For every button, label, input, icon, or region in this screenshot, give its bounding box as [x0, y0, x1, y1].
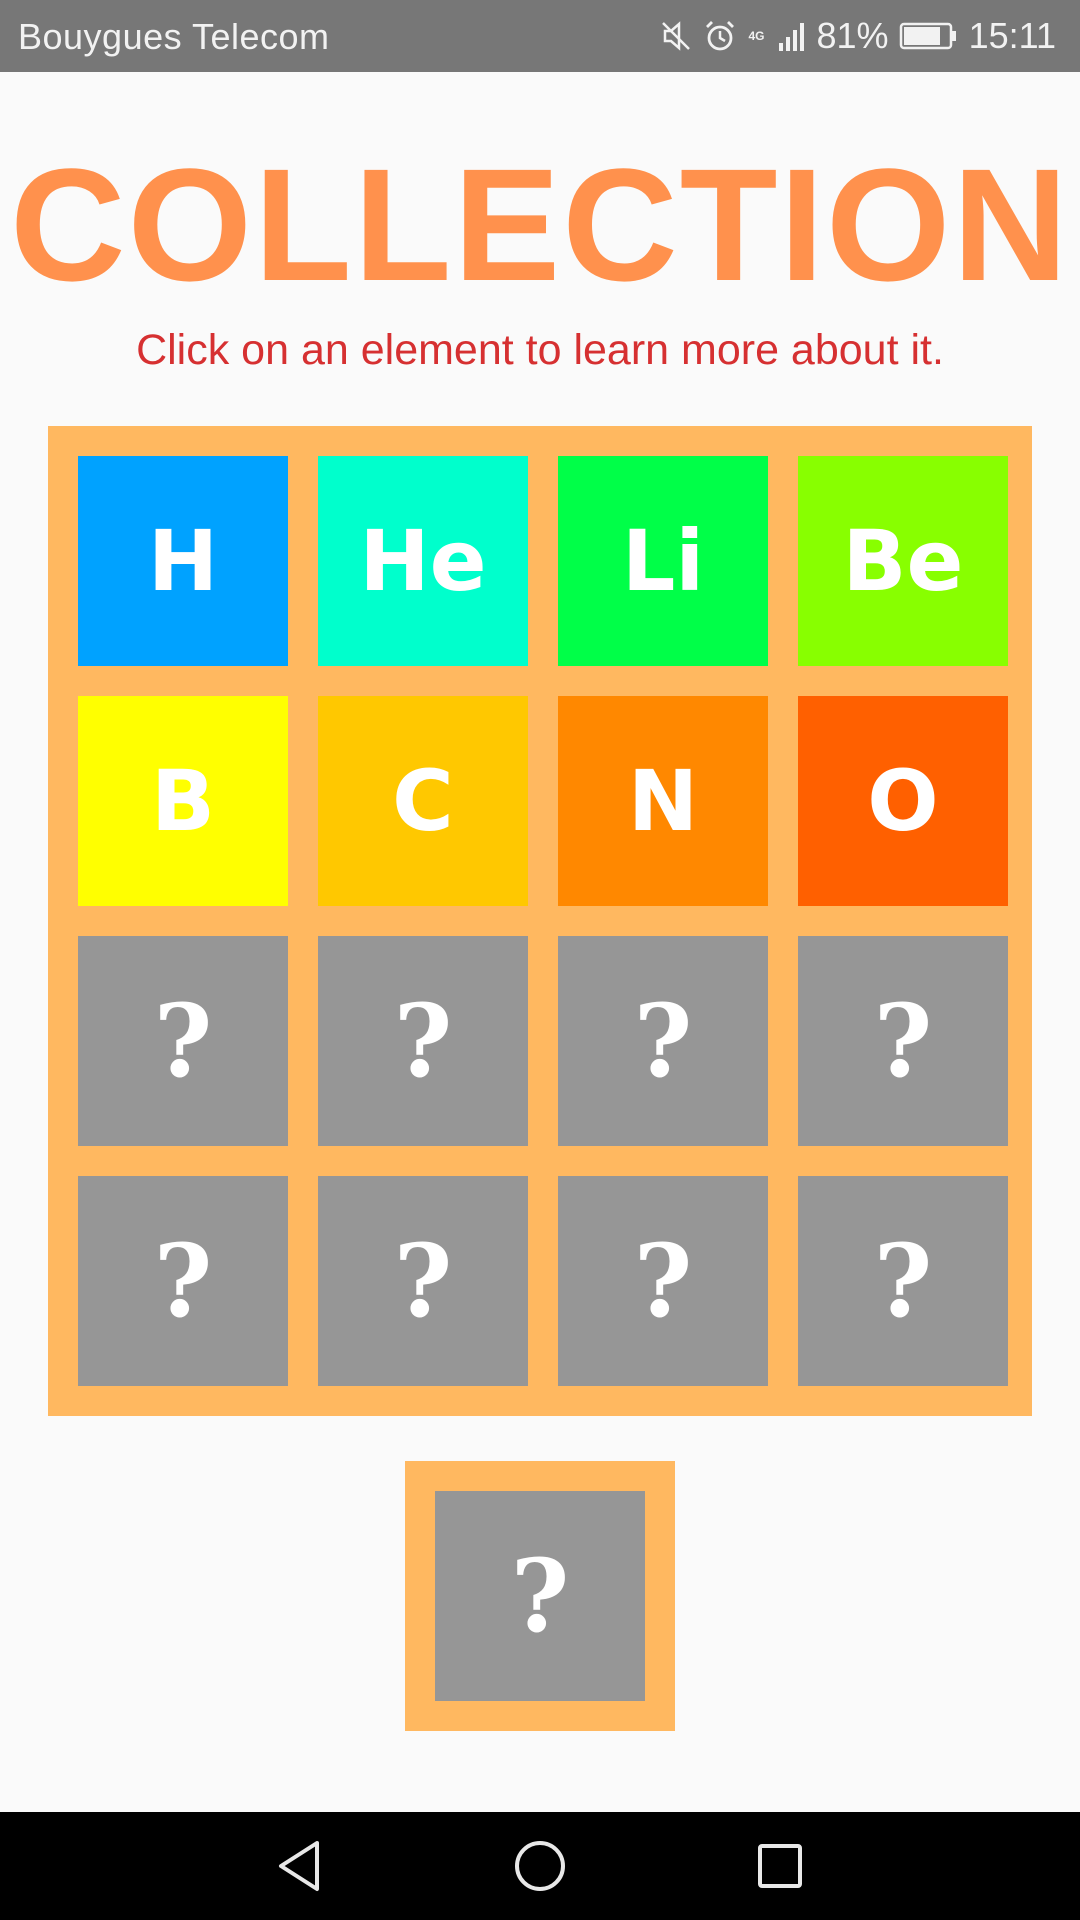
page-subtitle: Click on an element to learn more about … [136, 326, 944, 374]
page-title: COLLECTION [10, 135, 1070, 314]
network-type: 4G [748, 29, 765, 43]
back-icon[interactable] [270, 1836, 330, 1896]
mute-icon [659, 19, 693, 53]
element-tile-li[interactable]: Li [558, 456, 768, 666]
signal-icon [777, 19, 807, 53]
element-tile-unknown[interactable]: ? [318, 936, 528, 1146]
element-tile-he[interactable]: He [318, 456, 528, 666]
element-tile-c[interactable]: C [318, 696, 528, 906]
status-bar: Bouygues Telecom 4G 81% 15:11 [0, 0, 1080, 72]
element-tile-unknown[interactable]: ? [558, 1176, 768, 1386]
status-icons: 4G 81% 15:11 [659, 12, 1056, 60]
element-tile-unknown[interactable]: ? [435, 1491, 645, 1701]
home-icon[interactable] [510, 1836, 570, 1896]
alarm-icon [703, 19, 737, 53]
element-tile-unknown[interactable]: ? [558, 936, 768, 1146]
clock: 15:11 [968, 15, 1056, 56]
recents-icon[interactable] [750, 1836, 810, 1896]
element-tile-unknown[interactable]: ? [798, 936, 1008, 1146]
element-tile-be[interactable]: Be [798, 456, 1008, 666]
element-grid: H He Li Be B C N O???????? [48, 426, 1032, 1416]
element-tile-b[interactable]: B [78, 696, 288, 906]
element-tile-o[interactable]: O [798, 696, 1008, 906]
battery-percent: 81% [816, 15, 889, 56]
element-tile-unknown[interactable]: ? [318, 1176, 528, 1386]
element-tile-unknown[interactable]: ? [798, 1176, 1008, 1386]
carrier-name: Bouygues Telecom [18, 16, 330, 57]
battery-icon [899, 21, 959, 51]
navigation-bar [0, 1812, 1080, 1920]
element-tile-n[interactable]: N [558, 696, 768, 906]
bonus-element-frame: ? [405, 1461, 675, 1731]
element-tile-unknown[interactable]: ? [78, 1176, 288, 1386]
element-tile-unknown[interactable]: ? [78, 936, 288, 1146]
element-tile-h[interactable]: H [78, 456, 288, 666]
